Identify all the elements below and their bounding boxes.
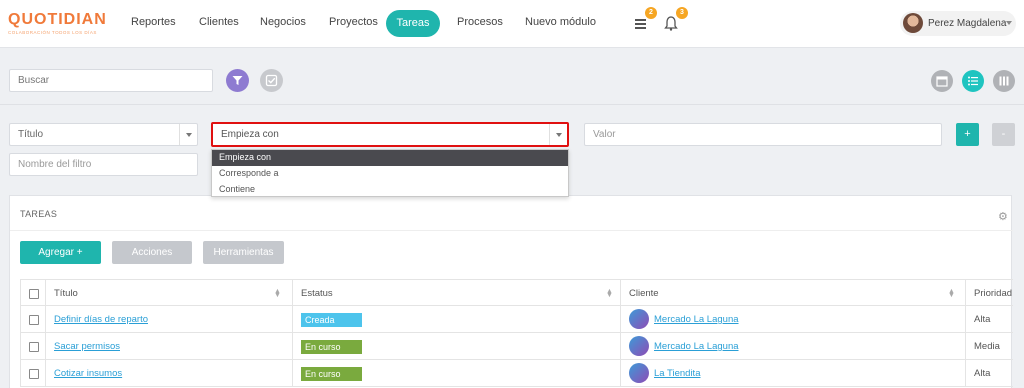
logo-text: QUOTIDIAN [8,11,107,28]
row-checkbox-cell [20,306,45,333]
column-view-button[interactable] [993,70,1015,92]
dropdown-option-empieza-con[interactable]: Empieza con [212,150,568,166]
sort-icon[interactable]: ▲ ▼ [948,288,955,299]
nav-item-nuevo-modulo[interactable]: Nuevo módulo [525,16,596,28]
column-header-label: Prioridad [974,288,1013,299]
nav-item-negocios[interactable]: Negocios [260,16,306,28]
chevron-down-icon [549,124,567,145]
client-cell: Mercado La Laguna [620,306,965,333]
status-badge: Creada [301,313,362,327]
dropdown-option-corresponde-a[interactable]: Corresponde a [212,166,568,182]
row-checkbox[interactable] [29,315,39,325]
filter-button[interactable] [226,69,249,92]
sort-icon[interactable]: ▲ ▼ [274,288,281,299]
nav-item-procesos[interactable]: Procesos [457,16,503,28]
column-header-titulo[interactable]: Título ▲ ▼ [45,280,292,307]
tasks-panel: TAREAS ⚙ Agregar + Acciones Herramientas… [9,195,1013,388]
status-cell: Creada [292,306,620,333]
table-row[interactable]: Sacar permisos En curso Mercado La Lagun… [20,333,1013,360]
divider [10,230,1013,231]
remove-filter-button[interactable]: - [992,123,1015,146]
chevron-down-icon [179,124,197,145]
status-cell: En curso [292,360,620,387]
top-navigation-bar: QUOTIDIAN COLABORACIÓN TODOS LOS DÍAS Re… [0,0,1024,48]
operator-dropdown: Empieza con Corresponde a Contiene [211,149,569,197]
client-cell: La Tiendita [620,360,965,387]
column-header-prioridad[interactable]: Prioridad [965,280,1013,307]
nav-item-proyectos[interactable]: Proyectos [329,16,378,28]
checkbox-icon [265,74,278,87]
panel-title: TAREAS [20,209,58,219]
client-link[interactable]: Mercado La Laguna [654,333,739,360]
nav-item-tareas[interactable]: Tareas [386,10,440,37]
list-notification-badge: 2 [645,7,657,19]
select-all-button[interactable] [260,69,283,92]
title-cell: Definir días de reparto [45,306,292,333]
list-view-icon [968,76,978,86]
divider [0,104,1024,105]
row-checkbox-cell [20,360,45,387]
priority-cell: Alta [965,306,1013,333]
calendar-icon [936,76,948,87]
user-name: Perez Magdalena [928,18,1007,29]
select-all-checkbox[interactable] [29,289,39,299]
filter-field-select[interactable]: Título [9,123,198,146]
status-badge: En curso [301,340,362,354]
filter-operator-value: Empieza con [221,129,279,140]
client-link[interactable]: Mercado La Laguna [654,306,739,333]
header-checkbox-cell [20,280,45,307]
calendar-view-button[interactable] [931,70,953,92]
filter-value-input[interactable]: Valor [584,123,942,146]
tools-button[interactable]: Herramientas [203,241,284,264]
filter-name-input[interactable]: Nombre del filtro [9,153,198,176]
avatar [629,309,649,329]
table-header-row: Título ▲ ▼ Estatus ▲ ▼ Cliente ▲ ▼ Priorida… [20,279,1013,307]
logo-tagline: COLABORACIÓN TODOS LOS DÍAS [8,30,97,35]
status-cell: En curso [292,333,620,360]
filter-field-value: Título [18,129,44,140]
priority-cell: Alta [965,360,1013,387]
gear-icon[interactable]: ⚙ [998,210,1008,223]
columns-icon [999,76,1009,86]
filter-operator-select[interactable]: Empieza con [211,122,569,147]
title-cell: Sacar permisos [45,333,292,360]
client-cell: Mercado La Laguna [620,333,965,360]
task-title-link[interactable]: Definir días de reparto [54,314,148,325]
add-filter-button[interactable]: + [956,123,979,146]
nav-item-reportes[interactable]: Reportes [131,16,176,28]
chevron-down-icon [1006,21,1012,25]
title-cell: Cotizar insumos [45,360,292,387]
task-title-link[interactable]: Sacar permisos [54,341,120,352]
dropdown-option-contiene[interactable]: Contiene [212,182,568,198]
actions-button[interactable]: Acciones [112,241,192,264]
column-header-label: Título [54,288,78,299]
add-task-button[interactable]: Agregar + [20,241,101,264]
list-view-button[interactable] [962,70,984,92]
column-header-estatus[interactable]: Estatus ▲ ▼ [292,280,620,307]
row-checkbox[interactable] [29,342,39,352]
table-row[interactable]: Definir días de reparto Creada Mercado L… [20,306,1013,333]
column-header-label: Estatus [301,288,333,299]
column-header-cliente[interactable]: Cliente ▲ ▼ [620,280,965,307]
app-logo[interactable]: QUOTIDIAN COLABORACIÓN TODOS LOS DÍAS [8,12,118,38]
table-row[interactable]: Cotizar insumos En curso La Tiendita Alt… [20,360,1013,387]
status-badge: En curso [301,367,362,381]
client-link[interactable]: La Tiendita [654,360,700,387]
filter-icon [232,76,243,85]
row-checkbox[interactable] [29,369,39,379]
avatar [629,336,649,356]
column-header-label: Cliente [629,288,659,299]
nav-item-clientes[interactable]: Clientes [199,16,239,28]
sort-icon[interactable]: ▲ ▼ [606,288,613,299]
search-input[interactable]: Buscar [9,69,213,92]
avatar [903,13,923,33]
avatar [629,363,649,383]
row-checkbox-cell [20,333,45,360]
user-menu[interactable]: Perez Magdalena [900,11,1016,36]
task-title-link[interactable]: Cotizar insumos [54,368,122,379]
bell-notification-badge: 3 [676,7,688,19]
priority-cell: Media [965,333,1013,360]
